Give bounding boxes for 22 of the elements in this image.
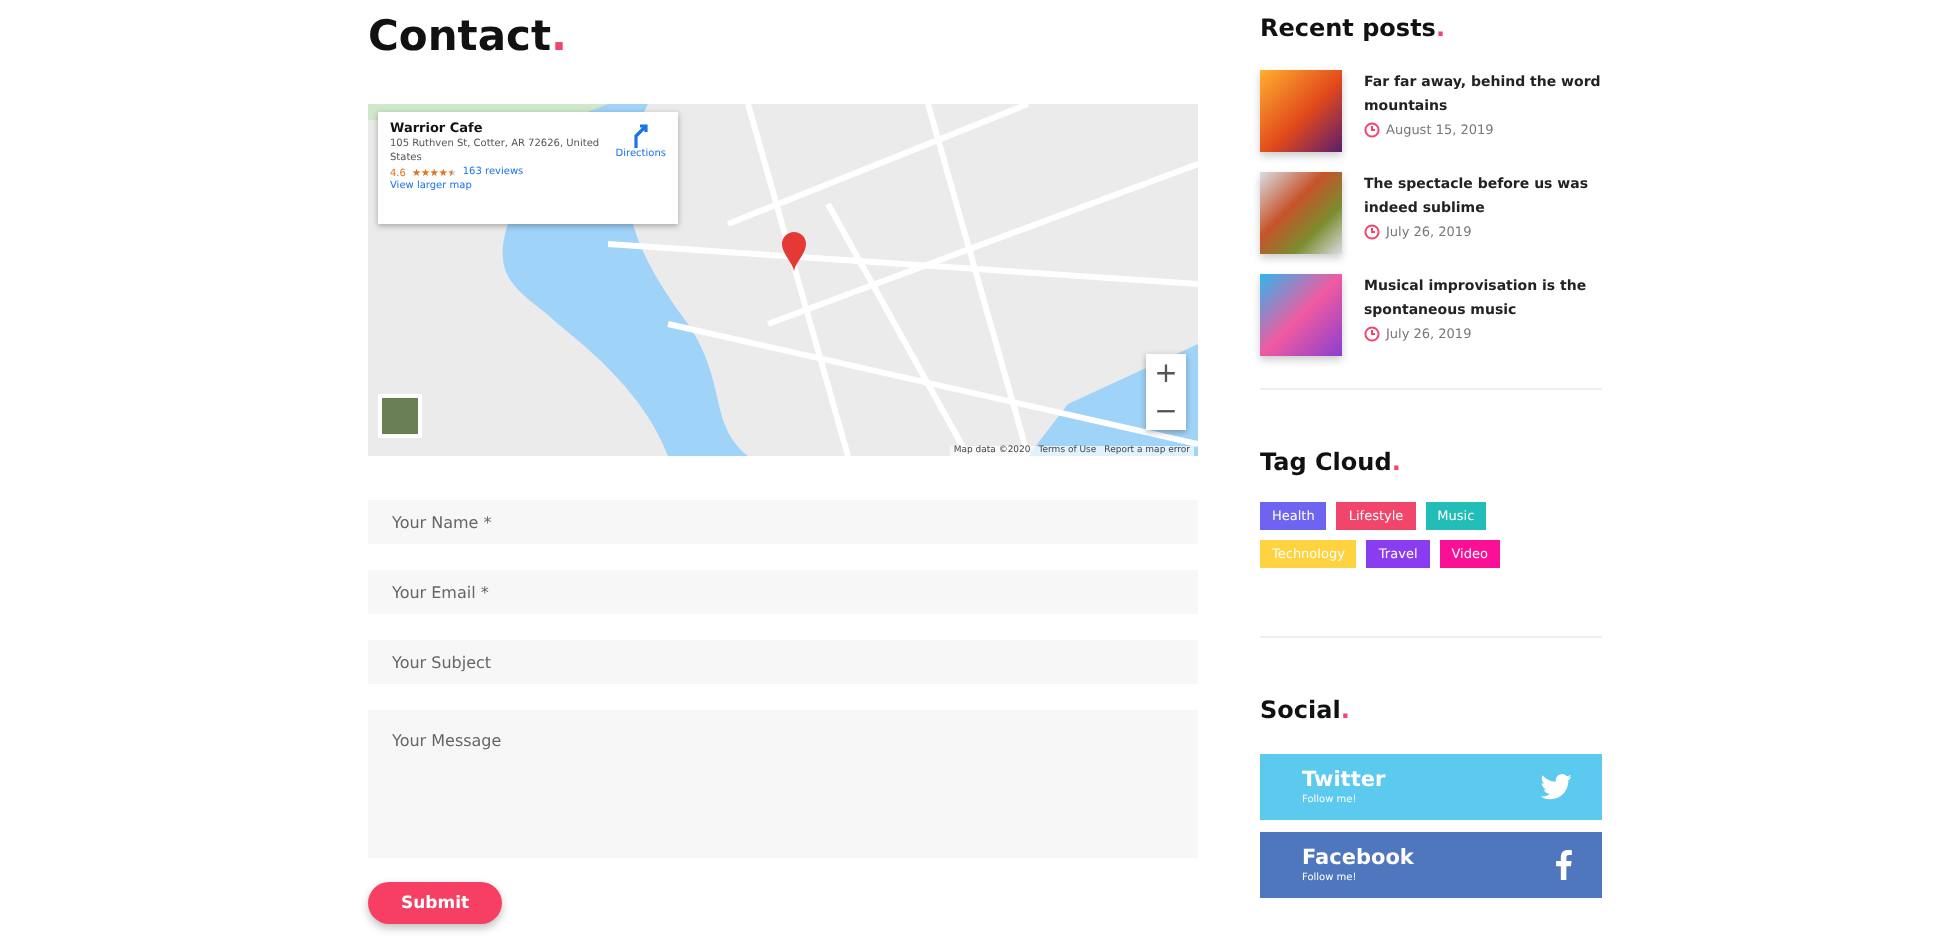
zoom-in-button[interactable]: + [1146,354,1186,392]
clock-icon [1364,224,1380,240]
facebook-icon [1556,850,1572,880]
input-field[interactable]: Your Subject [368,640,1198,684]
clock-icon [1364,122,1380,138]
social-name: Facebook [1302,845,1414,871]
photo-placeholder[interactable] [1260,70,1342,152]
page-title: Contact. [368,10,569,62]
submit-button[interactable]: Submit [368,882,502,924]
photo-placeholder[interactable] [1260,274,1342,356]
clock-icon [1364,326,1380,342]
section-title: Tag Cloud. [1260,446,1403,478]
directions-icon [630,124,651,148]
zoom-out-button[interactable]: − [1146,392,1186,430]
section-title: Social. [1260,694,1352,726]
section-title: Recent posts. [1260,12,1448,44]
photo-placeholder[interactable] [1260,172,1342,254]
input-field[interactable]: Your Email * [368,570,1198,614]
social-name: Twitter [1302,767,1386,793]
input-field[interactable]: Your Name * [368,500,1198,544]
bird-icon [1540,774,1572,800]
message-field[interactable]: Your Message [368,710,1198,858]
